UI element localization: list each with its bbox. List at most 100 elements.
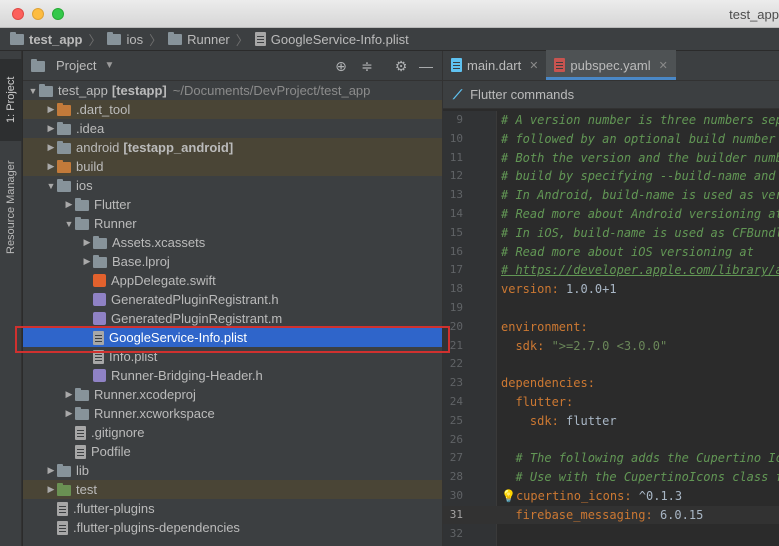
yaml-value: flutter — [558, 413, 617, 428]
tree-item[interactable]: ▼ ios — [23, 176, 442, 195]
folder-icon — [168, 32, 183, 45]
lightbulb-icon[interactable]: 💡 — [501, 489, 516, 503]
gear-icon[interactable]: ⚙ — [393, 58, 409, 74]
tree-item-label: GeneratedPluginRegistrant.m — [111, 311, 283, 326]
tree-item[interactable]: ▶ Flutter — [23, 195, 442, 214]
tab-pubspec-yaml[interactable]: pubspec.yaml ✕ — [546, 50, 676, 80]
line-number: 25 — [449, 413, 463, 427]
yaml-key: flutter — [501, 395, 567, 409]
code-line: 26 — [443, 431, 779, 449]
tree-item[interactable]: ▶ lib — [23, 461, 442, 480]
tree-item[interactable]: ▶ Base.lproj — [23, 252, 442, 271]
yaml-key: firebase_messaging — [501, 507, 646, 522]
tree-item[interactable]: ▶ Runner.xcworkspace — [23, 404, 442, 423]
tree-item[interactable]: ▼ Runner — [23, 214, 442, 233]
header-file-icon — [93, 312, 106, 325]
code-line: 28 # Use with the CupertinoIcons class f… — [443, 468, 779, 486]
collapsed-arrow-icon[interactable]: ▶ — [63, 199, 75, 210]
project-tool-tab[interactable]: 1: Project — [0, 59, 22, 141]
locate-file-icon[interactable]: ⊕ — [333, 58, 349, 74]
code-text: # Read more about iOS versioning at — [501, 244, 754, 259]
hide-panel-icon[interactable]: — — [418, 58, 434, 74]
code-editor[interactable]: 9 # A version number is three numbers sep… — [443, 111, 779, 546]
line-number: 27 — [449, 451, 463, 465]
folder-icon — [57, 140, 71, 154]
tree-item[interactable]: .flutter-plugins-dependencies — [23, 518, 442, 537]
expanded-arrow-icon[interactable]: ▼ — [45, 181, 57, 191]
flutter-icon: ⟋ — [453, 86, 463, 102]
folder-icon — [57, 482, 71, 496]
collapsed-arrow-icon[interactable]: ▶ — [45, 465, 57, 476]
tree-item[interactable]: AppDelegate.swift — [23, 271, 442, 290]
maximize-window-button[interactable] — [52, 8, 64, 20]
tree-item[interactable]: GeneratedPluginRegistrant.h — [23, 290, 442, 309]
tree-item[interactable]: .gitignore — [23, 423, 442, 442]
tree-item-label: android — [76, 140, 120, 155]
line-number: 22 — [449, 357, 463, 371]
collapsed-arrow-icon[interactable]: ▶ — [81, 256, 93, 267]
collapse-all-icon[interactable]: ≑ — [359, 58, 375, 74]
breadcrumb-item-test-app[interactable]: test_app — [10, 32, 82, 47]
chevron-right-icon: 〉 — [235, 32, 249, 48]
line-number: 13 — [449, 188, 463, 202]
folder-icon — [57, 102, 71, 116]
folder-icon — [10, 32, 24, 45]
tab-main-dart[interactable]: main.dart ✕ — [443, 50, 546, 80]
yaml-key: version — [501, 282, 552, 297]
yaml-value: ">=2.7.0 <3.0.0" — [544, 338, 668, 353]
code-text: environment: — [501, 318, 588, 336]
tree-item[interactable]: ▶ Runner.xcodeproj — [23, 385, 442, 404]
editor-area: main.dart ✕ pubspec.yaml ✕ ⟋ Flutter com… — [442, 50, 779, 546]
tree-item-label: .flutter-plugins-dependencies — [73, 520, 240, 535]
tree-item[interactable]: ▶ android [testapp_android] — [23, 138, 442, 157]
tree-item[interactable]: Podfile — [23, 442, 442, 461]
close-window-button[interactable] — [12, 8, 24, 20]
code-line: 12 # build by specifying --build-name and… — [443, 167, 779, 185]
breadcrumb-item-ios[interactable]: ios — [107, 32, 143, 47]
code-line: 24 flutter: — [443, 393, 779, 411]
tree-item[interactable]: Runner-Bridging-Header.h — [23, 366, 442, 385]
collapsed-arrow-icon[interactable]: ▶ — [45, 104, 57, 115]
tree-item[interactable]: ▶ .dart_tool — [23, 100, 442, 119]
collapsed-arrow-icon[interactable]: ▶ — [45, 484, 57, 495]
minimize-window-button[interactable] — [32, 8, 44, 20]
tree-item-label: build — [76, 159, 104, 174]
folder-icon — [75, 197, 89, 211]
code-text: # https://developer.apple.com/library/ar — [501, 263, 779, 278]
collapsed-arrow-icon[interactable]: ▶ — [63, 408, 75, 419]
line-number: 14 — [449, 207, 463, 220]
breadcrumb-item-runner[interactable]: Runner — [168, 32, 230, 47]
project-toolbar: Project ▼ ⊕ ≑ ⚙ — — [23, 51, 442, 81]
close-tab-icon[interactable]: ✕ — [659, 59, 668, 72]
code-line: 32 — [443, 525, 779, 543]
project-view-selector[interactable]: Project — [56, 58, 96, 73]
yaml-value: ^0.1.3 — [631, 489, 683, 503]
collapsed-arrow-icon[interactable]: ▶ — [81, 237, 93, 248]
tree-item[interactable]: ▶ .idea — [23, 119, 442, 138]
code-line: 31 firebase_messaging: 6.0.15 — [443, 505, 779, 524]
tree-item[interactable]: ▼ test_app [testapp] ~/Documents/DevProject… — [23, 81, 442, 100]
chevron-down-icon[interactable]: ▼ — [104, 60, 114, 71]
line-number: 17 — [449, 263, 463, 277]
tree-item[interactable]: ▶ Assets.xcassets — [23, 233, 442, 252]
collapsed-arrow-icon[interactable]: ▶ — [45, 161, 57, 172]
flutter-commands-bar[interactable]: ⟋ Flutter commands — [443, 81, 779, 109]
tree-item[interactable]: ▶ test — [23, 480, 442, 499]
window-titlebar: test_app — [0, 0, 779, 28]
breadcrumb-item-plist[interactable]: GoogleService-Info.plist — [254, 32, 409, 47]
collapsed-arrow-icon[interactable]: ▶ — [45, 123, 57, 134]
expanded-arrow-icon[interactable]: ▼ — [63, 219, 75, 229]
close-tab-icon[interactable]: ✕ — [529, 59, 538, 72]
collapsed-arrow-icon[interactable]: ▶ — [45, 142, 57, 153]
tree-item-label: Runner.xcodeproj — [94, 387, 196, 402]
folder-icon — [75, 387, 89, 401]
tree-item[interactable]: ▶ build — [23, 157, 442, 176]
line-number: 24 — [449, 395, 463, 408]
code-line: 9 # A version number is three numbers sep… — [443, 111, 779, 129]
expanded-arrow-icon[interactable]: ▼ — [27, 86, 39, 96]
resource-manager-tab[interactable]: Resource Manager — [0, 147, 22, 267]
collapsed-arrow-icon[interactable]: ▶ — [63, 389, 75, 400]
tree-item[interactable]: .flutter-plugins — [23, 499, 442, 518]
folder-icon — [75, 406, 89, 420]
yaml-key: environment — [501, 319, 581, 334]
